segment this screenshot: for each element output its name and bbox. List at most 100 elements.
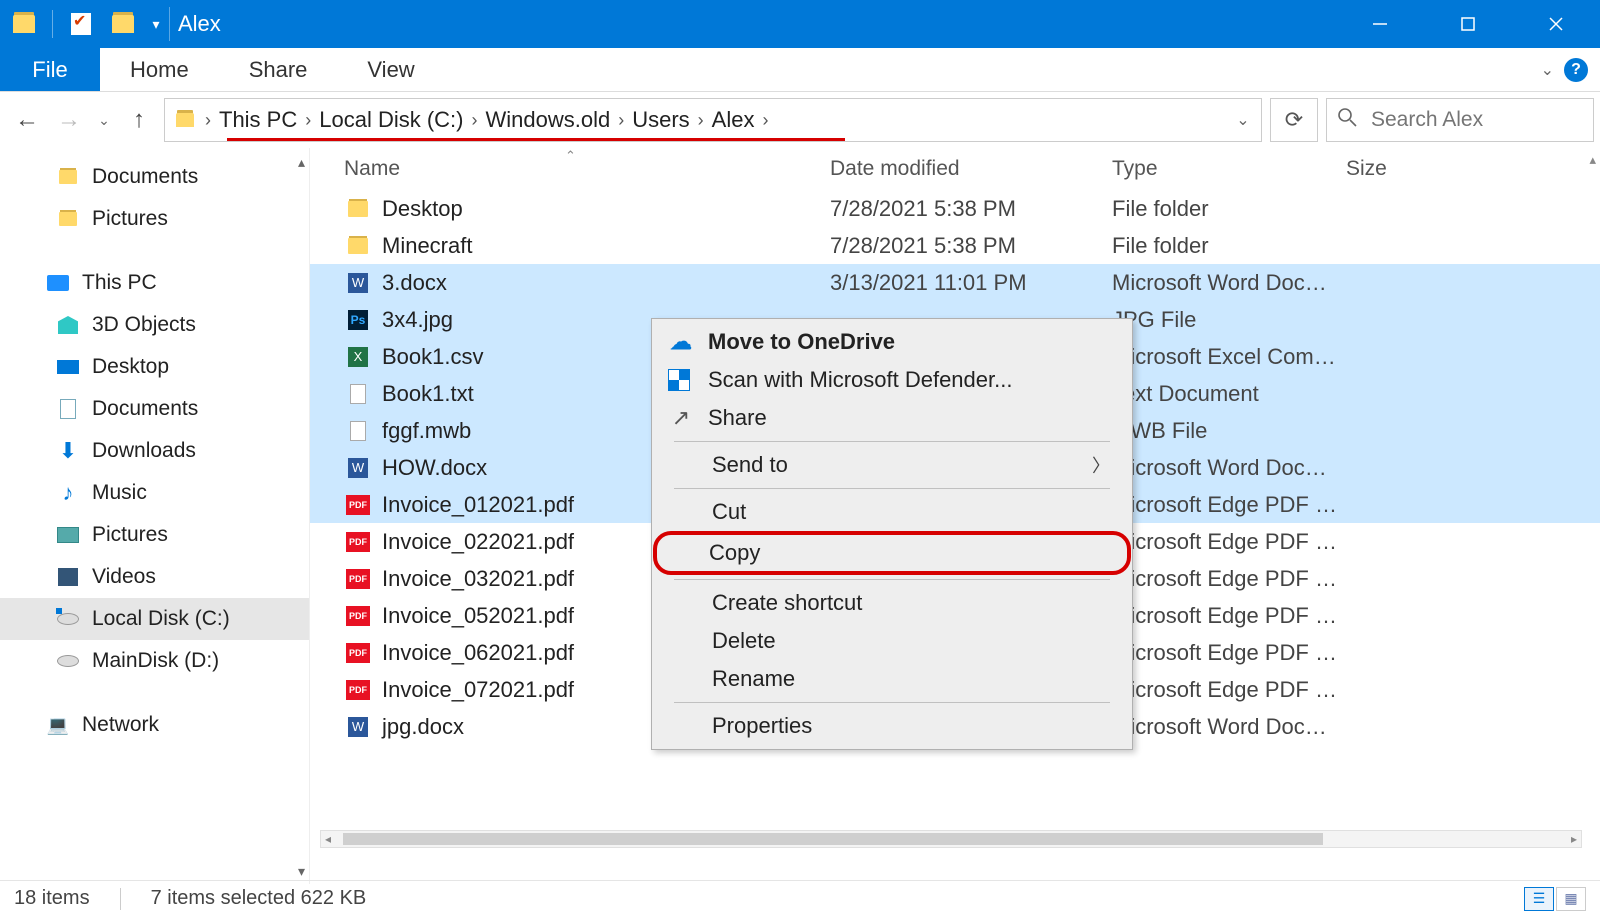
recent-dropdown-icon[interactable]: ⌄: [94, 103, 114, 137]
download-icon: ⬇: [56, 439, 80, 463]
search-box[interactable]: [1326, 98, 1594, 142]
chevron-right-icon[interactable]: ›: [692, 110, 710, 131]
scroll-down-icon[interactable]: ▾: [298, 863, 305, 880]
sidebar-item-documents[interactable]: Documents: [0, 388, 309, 430]
qat-dropdown-icon[interactable]: ▾: [147, 16, 165, 33]
new-folder-icon[interactable]: [105, 6, 141, 42]
chevron-right-icon[interactable]: ›: [466, 110, 484, 131]
excel-icon: X: [344, 347, 372, 367]
up-button[interactable]: ↑: [122, 103, 156, 137]
col-size[interactable]: Size: [1346, 157, 1600, 181]
ctx-move-onedrive[interactable]: ☁ Move to OneDrive: [656, 323, 1128, 361]
file-type: Microsoft Edge PDF …: [1112, 492, 1346, 518]
sidebar-item-label: Music: [92, 481, 147, 505]
cube-icon: [56, 313, 80, 337]
ctx-rename[interactable]: Rename: [656, 660, 1128, 698]
file-name: Desktop: [382, 196, 830, 222]
crumb-users[interactable]: Users: [630, 107, 691, 133]
file-type: Microsoft Edge PDF …: [1112, 603, 1346, 629]
sidebar-item-label: Local Disk (C:): [92, 607, 230, 631]
file-date: 7/28/2021 5:38 PM: [830, 196, 1112, 222]
separator: [674, 579, 1110, 580]
word-icon: W: [344, 458, 372, 478]
sidebar-item-pictures[interactable]: Pictures: [0, 514, 309, 556]
ribbon-tab-view[interactable]: View: [337, 48, 444, 91]
sidebar-item-maindisk-d[interactable]: MainDisk (D:): [0, 640, 309, 682]
view-thumbnails-button[interactable]: ▦: [1556, 887, 1586, 911]
crumb-alex[interactable]: Alex: [710, 107, 757, 133]
file-row[interactable]: Desktop7/28/2021 5:38 PMFile folder: [310, 190, 1600, 227]
address-bar[interactable]: › This PC › Local Disk (C:) › Windows.ol…: [164, 98, 1262, 142]
file-type: MWB File: [1112, 418, 1346, 444]
close-button[interactable]: [1512, 0, 1600, 48]
disk-icon: [56, 607, 80, 631]
sidebar-item-downloads[interactable]: ⬇ Downloads: [0, 430, 309, 472]
ribbon-file-tab[interactable]: File: [0, 48, 100, 91]
ctx-copy[interactable]: Copy: [653, 531, 1131, 575]
sort-asc-icon: ⌃: [565, 148, 576, 164]
videos-icon: [56, 565, 80, 589]
window-title: Alex: [178, 11, 221, 37]
sidebar-item-music[interactable]: ♪ Music: [0, 472, 309, 514]
sidebar-item-label: 3D Objects: [92, 313, 196, 337]
scroll-up-icon[interactable]: ▴: [298, 154, 305, 171]
sidebar-item-this-pc[interactable]: This PC: [0, 262, 309, 304]
file-date: 3/13/2021 11:01 PM: [830, 270, 1112, 296]
pc-icon: [46, 271, 70, 295]
sidebar-item-3d-objects[interactable]: 3D Objects: [0, 304, 309, 346]
help-icon[interactable]: ?: [1564, 58, 1588, 82]
folder-icon[interactable]: [6, 6, 42, 42]
scroll-up-icon[interactable]: ▴: [1589, 152, 1596, 168]
scroll-right-icon[interactable]: ▸: [1571, 832, 1577, 846]
file-row[interactable]: W3.docx3/13/2021 11:01 PMMicrosoft Word …: [310, 264, 1600, 301]
pdf-icon: PDF: [344, 569, 372, 589]
crumb-local-disk[interactable]: Local Disk (C:): [317, 107, 465, 133]
sidebar-item-network[interactable]: 💻 Network: [0, 704, 309, 746]
col-date[interactable]: Date modified: [830, 157, 1112, 181]
col-type[interactable]: Type: [1112, 157, 1346, 181]
ribbon-tab-home[interactable]: Home: [100, 48, 219, 91]
sidebar-item-desktop[interactable]: Desktop: [0, 346, 309, 388]
sidebar-item-local-disk-c[interactable]: Local Disk (C:): [0, 598, 309, 640]
chevron-right-icon[interactable]: ›: [199, 110, 217, 131]
scroll-left-icon[interactable]: ◂: [325, 832, 331, 846]
maximize-button[interactable]: [1424, 0, 1512, 48]
crumb-this-pc[interactable]: This PC: [217, 107, 299, 133]
horizontal-scrollbar[interactable]: ◂ ▸: [320, 830, 1582, 848]
file-row[interactable]: Minecraft7/28/2021 5:38 PMFile folder: [310, 227, 1600, 264]
minimize-button[interactable]: [1336, 0, 1424, 48]
search-input[interactable]: [1371, 108, 1583, 132]
ctx-properties[interactable]: Properties: [656, 707, 1128, 745]
window-controls: [1336, 0, 1600, 48]
ctx-delete[interactable]: Delete: [656, 622, 1128, 660]
sidebar-item-label: Pictures: [92, 523, 168, 547]
ctx-create-shortcut[interactable]: Create shortcut: [656, 584, 1128, 622]
folder-icon: [344, 201, 372, 217]
sidebar-item-label: Pictures: [92, 207, 168, 231]
ctx-cut[interactable]: Cut: [656, 493, 1128, 531]
ctx-share[interactable]: ↗ Share: [656, 399, 1128, 437]
chevron-right-icon[interactable]: ›: [756, 110, 774, 131]
ribbon-tab-share[interactable]: Share: [219, 48, 338, 91]
chevron-right-icon[interactable]: ›: [299, 110, 317, 131]
properties-icon[interactable]: [63, 6, 99, 42]
sidebar-item-documents[interactable]: Documents: [0, 156, 309, 198]
col-name[interactable]: Name: [344, 157, 830, 181]
ctx-scan-defender[interactable]: Scan with Microsoft Defender...: [656, 361, 1128, 399]
crumb-windows-old[interactable]: Windows.old: [484, 107, 613, 133]
forward-button[interactable]: →: [52, 103, 86, 137]
scrollbar-thumb[interactable]: [343, 833, 1323, 845]
pdf-icon: PDF: [344, 532, 372, 552]
ribbon-expand-icon[interactable]: ⌄: [1541, 60, 1554, 80]
refresh-button[interactable]: ⟳: [1270, 98, 1318, 142]
sidebar-item-videos[interactable]: Videos: [0, 556, 309, 598]
ctx-send-to[interactable]: Send to 〉: [656, 446, 1128, 484]
sidebar-item-label: Network: [82, 713, 159, 737]
sidebar-item-pictures[interactable]: Pictures: [0, 198, 309, 240]
txt-icon: [344, 421, 372, 441]
view-details-button[interactable]: ☰: [1524, 887, 1554, 911]
back-button[interactable]: ←: [10, 103, 44, 137]
address-dropdown-icon[interactable]: ⌄: [1225, 99, 1261, 141]
chevron-right-icon[interactable]: ›: [612, 110, 630, 131]
folder-icon: [171, 113, 199, 127]
